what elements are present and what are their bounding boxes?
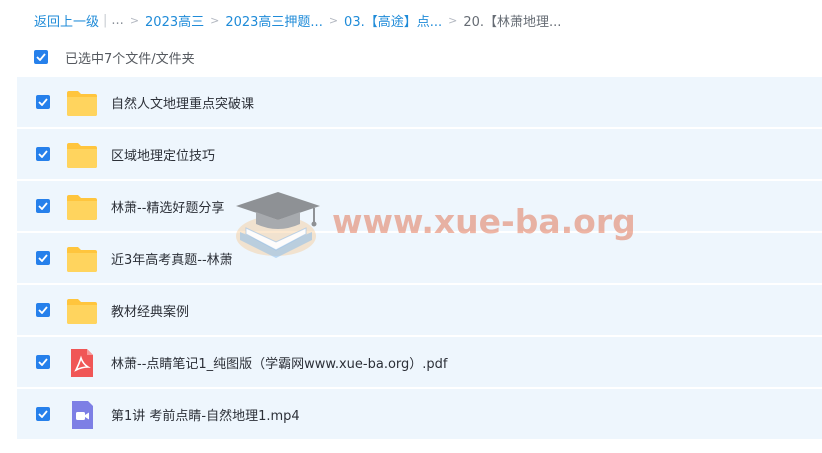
file-checkbox[interactable] — [36, 407, 50, 421]
chevron-right-icon: > — [328, 13, 339, 27]
breadcrumb: 返回上一级 | ... > 2023高三 > 2023高三押题... > 03.… — [34, 9, 814, 31]
breadcrumb-ellipsis[interactable]: ... — [111, 13, 123, 28]
folder-icon — [66, 245, 98, 273]
chevron-right-icon: > — [210, 13, 220, 27]
folder-icon — [66, 141, 98, 169]
file-checkbox[interactable] — [36, 251, 50, 265]
file-row[interactable]: 近3年高考真题--林萧 — [17, 233, 822, 285]
check-icon — [38, 306, 48, 314]
file-checkbox[interactable] — [36, 95, 50, 109]
file-row[interactable]: 区域地理定位技巧 — [17, 129, 822, 181]
file-name[interactable]: 林萧--点睛笔记1_纯图版（学霸网www.xue-ba.org）.pdf — [111, 353, 448, 372]
breadcrumb-item[interactable]: 03.【高途】点... — [344, 11, 442, 30]
back-link[interactable]: 返回上一级 — [34, 11, 99, 30]
file-checkbox[interactable] — [36, 303, 50, 317]
breadcrumb-divider: | — [103, 12, 108, 28]
file-row[interactable]: 第1讲 考前点睛-自然地理1.mp4 — [17, 389, 822, 441]
selection-count-label: 已选中7个文件/文件夹 — [65, 51, 195, 67]
file-row[interactable]: 林萧--点睛笔记1_纯图版（学霸网www.xue-ba.org）.pdf — [17, 337, 822, 389]
file-name[interactable]: 第1讲 考前点睛-自然地理1.mp4 — [111, 405, 300, 424]
folder-icon — [66, 89, 98, 117]
file-name[interactable]: 近3年高考真题--林萧 — [111, 249, 233, 268]
breadcrumb-item[interactable]: 2023高三 — [145, 11, 204, 30]
file-checkbox[interactable] — [36, 199, 50, 213]
file-row[interactable]: 教材经典案例 — [17, 285, 822, 337]
check-icon — [36, 53, 46, 61]
file-list: 自然人文地理重点突破课 区域地理定位技巧 林萧--精选好题分享 近3年高考真题--林萧… — [17, 77, 822, 441]
video-file-icon — [66, 401, 98, 429]
select-all-checkbox[interactable] — [34, 50, 48, 64]
selection-bar: 已选中7个文件/文件夹 — [34, 46, 195, 68]
file-checkbox[interactable] — [36, 355, 50, 369]
check-icon — [38, 202, 48, 210]
folder-icon — [66, 193, 98, 221]
file-name[interactable]: 林萧--精选好题分享 — [111, 197, 224, 216]
breadcrumb-current: 20.【林萧地理... — [463, 14, 562, 30]
folder-icon — [66, 297, 98, 325]
chevron-right-icon: > — [129, 13, 140, 27]
check-icon — [38, 358, 48, 366]
check-icon — [38, 98, 48, 106]
check-icon — [38, 150, 48, 158]
file-name[interactable]: 教材经典案例 — [111, 301, 189, 320]
pdf-file-icon — [66, 349, 98, 377]
file-row[interactable]: 自然人文地理重点突破课 — [17, 77, 822, 129]
file-checkbox[interactable] — [36, 147, 50, 161]
chevron-right-icon: > — [448, 13, 458, 27]
breadcrumb-item[interactable]: 2023高三押题... — [225, 11, 322, 30]
file-name[interactable]: 自然人文地理重点突破课 — [111, 93, 254, 112]
check-icon — [38, 254, 48, 262]
file-name[interactable]: 区域地理定位技巧 — [111, 145, 215, 164]
check-icon — [38, 410, 48, 418]
file-row[interactable]: 林萧--精选好题分享 — [17, 181, 822, 233]
